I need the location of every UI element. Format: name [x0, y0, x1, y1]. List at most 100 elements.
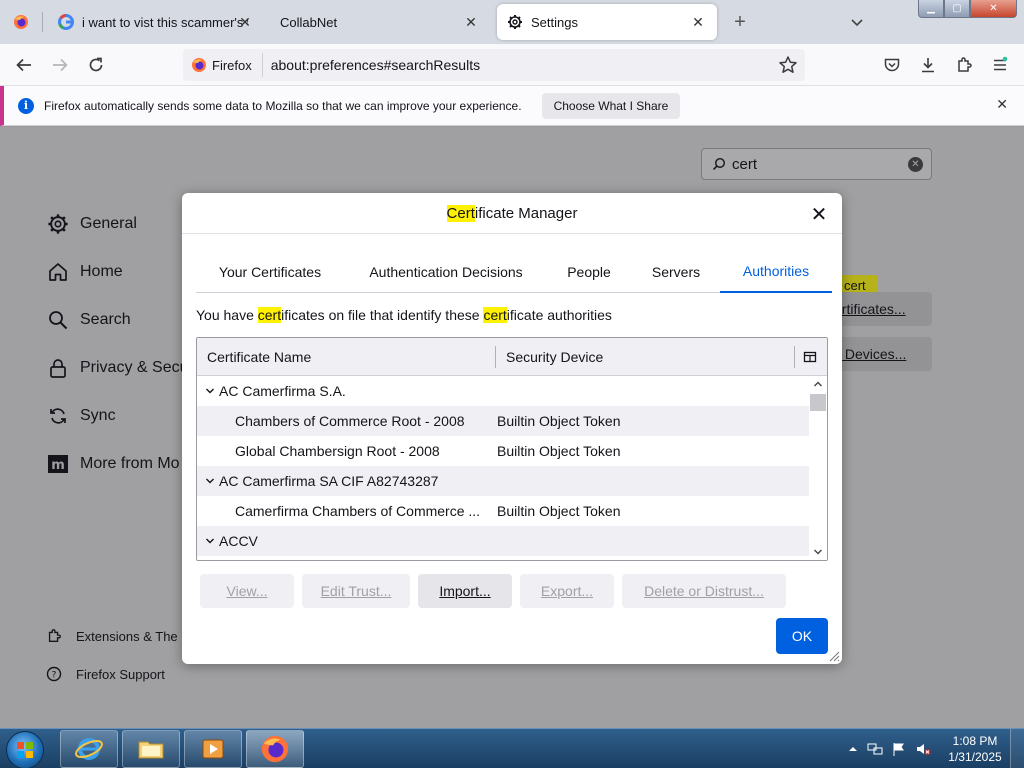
- column-splitter[interactable]: [495, 346, 496, 368]
- resize-grip-icon[interactable]: [828, 650, 840, 662]
- gear-icon: [46, 212, 70, 236]
- tab-servers[interactable]: Servers: [636, 251, 716, 293]
- show-desktop-button[interactable]: [1010, 729, 1024, 768]
- clock-time[interactable]: 1:08 PM: [950, 734, 1000, 748]
- desc-highlight: cert: [257, 307, 282, 323]
- chevron-down-icon[interactable]: [205, 536, 215, 546]
- close-tab-icon[interactable]: ✕: [462, 13, 480, 31]
- delete-or-distrust-button[interactable]: Delete or Distrust...: [622, 574, 786, 608]
- tab-authorities[interactable]: Authorities: [720, 251, 832, 293]
- choose-what-i-share-button[interactable]: Choose What I Share: [541, 92, 681, 119]
- clock-date[interactable]: 1/31/2025: [944, 750, 1006, 764]
- tab-people[interactable]: People: [552, 251, 626, 293]
- edit-trust-button[interactable]: Edit Trust...: [302, 574, 410, 608]
- firefox-support-link[interactable]: ? Firefox Support: [46, 663, 165, 685]
- category-general[interactable]: General: [46, 210, 137, 238]
- settings-search-input[interactable]: cert ✕: [701, 148, 932, 180]
- tab-settings[interactable]: Settings ✕: [497, 4, 717, 40]
- category-privacy-security[interactable]: Privacy & Secu: [46, 354, 188, 382]
- back-button[interactable]: [12, 53, 36, 77]
- close-tab-icon[interactable]: ✕: [236, 13, 254, 31]
- view-button[interactable]: View...: [200, 574, 294, 608]
- footer-label: Firefox Support: [76, 666, 165, 682]
- button-label: Export...: [540, 583, 594, 599]
- category-sync[interactable]: Sync: [46, 402, 116, 430]
- show-hidden-icons-icon[interactable]: [845, 741, 861, 757]
- start-button[interactable]: [6, 731, 44, 768]
- tab-your-certificates[interactable]: Your Certificates: [196, 251, 344, 293]
- svg-text:m: m: [51, 458, 65, 473]
- cert-name: Camerfirma Chambers of Commerce ...: [235, 503, 481, 519]
- security-devices-button[interactable]: y Devices...: [830, 337, 932, 371]
- pocket-button[interactable]: [880, 53, 904, 77]
- tab-google-search[interactable]: i want to vist this scammer's we ✕: [46, 4, 264, 40]
- close-notification-icon[interactable]: ✕: [996, 96, 1008, 113]
- button-label: Import...: [439, 583, 491, 599]
- scroll-up-icon[interactable]: [812, 378, 824, 390]
- tree-group-row[interactable]: ACCV: [197, 526, 809, 556]
- tree-scrollbar[interactable]: [809, 376, 827, 560]
- tree-cert-row[interactable]: Chambers of Commerce Root - 2008 Builtin…: [197, 406, 809, 436]
- taskbar-internet-explorer[interactable]: [60, 730, 118, 768]
- category-label: Sync: [80, 407, 116, 424]
- downloads-button[interactable]: [916, 53, 940, 77]
- search-icon: [712, 157, 726, 171]
- certificate-tree[interactable]: Certificate Name Security Device AC Came…: [196, 337, 828, 561]
- identity-box[interactable]: Firefox: [191, 53, 263, 77]
- url-text[interactable]: about:preferences#searchResults: [271, 57, 480, 73]
- app-menu-button[interactable]: [988, 53, 1012, 77]
- gear-icon: [508, 15, 522, 29]
- bookmark-star-icon[interactable]: [777, 54, 799, 76]
- chevron-down-icon[interactable]: [205, 476, 215, 486]
- view-certificates-button[interactable]: ertificates...: [830, 292, 932, 326]
- close-tab-icon[interactable]: ✕: [689, 13, 707, 31]
- reload-button[interactable]: [84, 53, 108, 77]
- action-center-flag-icon[interactable]: [891, 741, 907, 757]
- close-window-button[interactable]: ✕: [970, 0, 1017, 18]
- clear-search-icon[interactable]: ✕: [908, 157, 923, 172]
- tree-cert-row[interactable]: Camerfirma Chambers of Commerce ... Buil…: [197, 496, 809, 526]
- tab-authentication-decisions[interactable]: Authentication Decisions: [346, 251, 546, 293]
- list-all-tabs-icon[interactable]: [847, 12, 867, 32]
- tab-collabnet[interactable]: CollabNet ✕: [268, 4, 490, 40]
- tab-firefox[interactable]: [4, 4, 38, 40]
- import-button[interactable]: Import...: [418, 574, 512, 608]
- column-splitter[interactable]: [794, 346, 795, 368]
- tree-cert-row[interactable]: Global Chambersign Root - 2008 Builtin O…: [197, 436, 809, 466]
- new-tab-button[interactable]: +: [729, 11, 751, 33]
- help-icon: ?: [46, 666, 62, 682]
- extensions-button[interactable]: [952, 53, 976, 77]
- scrollbar-thumb[interactable]: [810, 394, 826, 411]
- group-name: AC Camerfirma SA CIF A82743287: [219, 473, 439, 489]
- column-security-device[interactable]: Security Device: [506, 338, 603, 376]
- button-label: Delete or Distrust...: [644, 583, 764, 599]
- category-search[interactable]: Search: [46, 306, 131, 334]
- tree-group-row[interactable]: AC Camerfirma S.A.: [197, 376, 809, 406]
- category-home[interactable]: Home: [46, 258, 123, 286]
- cert-device: Builtin Object Token: [497, 443, 621, 459]
- close-dialog-icon[interactable]: ✕: [808, 203, 830, 226]
- taskbar-media-player[interactable]: [184, 730, 242, 768]
- button-label: View...: [226, 583, 268, 599]
- pocket-icon: [884, 58, 900, 72]
- forward-button[interactable]: [48, 53, 72, 77]
- minimize-button[interactable]: ▁: [918, 0, 944, 18]
- chevron-down-icon[interactable]: [205, 386, 215, 396]
- taskbar-file-explorer[interactable]: [122, 730, 180, 768]
- desc-text: You have: [196, 307, 258, 323]
- taskbar-firefox[interactable]: [246, 730, 304, 768]
- maximize-button[interactable]: ▢: [944, 0, 970, 18]
- export-button[interactable]: Export...: [520, 574, 614, 608]
- network-icon[interactable]: [867, 741, 883, 757]
- extensions-themes-link[interactable]: Extensions & The: [46, 625, 178, 647]
- url-bar[interactable]: Firefox about:preferences#searchResults: [183, 49, 805, 81]
- volume-muted-icon[interactable]: [915, 741, 931, 757]
- tree-group-row[interactable]: AC Camerfirma SA CIF A82743287: [197, 466, 809, 496]
- ok-button[interactable]: OK: [776, 618, 828, 654]
- footer-label: Extensions & The: [76, 628, 178, 644]
- category-more-from-mozilla[interactable]: m More from Mo: [46, 450, 180, 478]
- scroll-down-icon[interactable]: [812, 546, 824, 558]
- data-collection-notification: i Firefox automatically sends some data …: [0, 86, 1024, 126]
- column-certificate-name[interactable]: Certificate Name: [207, 338, 311, 376]
- column-picker-icon[interactable]: [803, 350, 817, 364]
